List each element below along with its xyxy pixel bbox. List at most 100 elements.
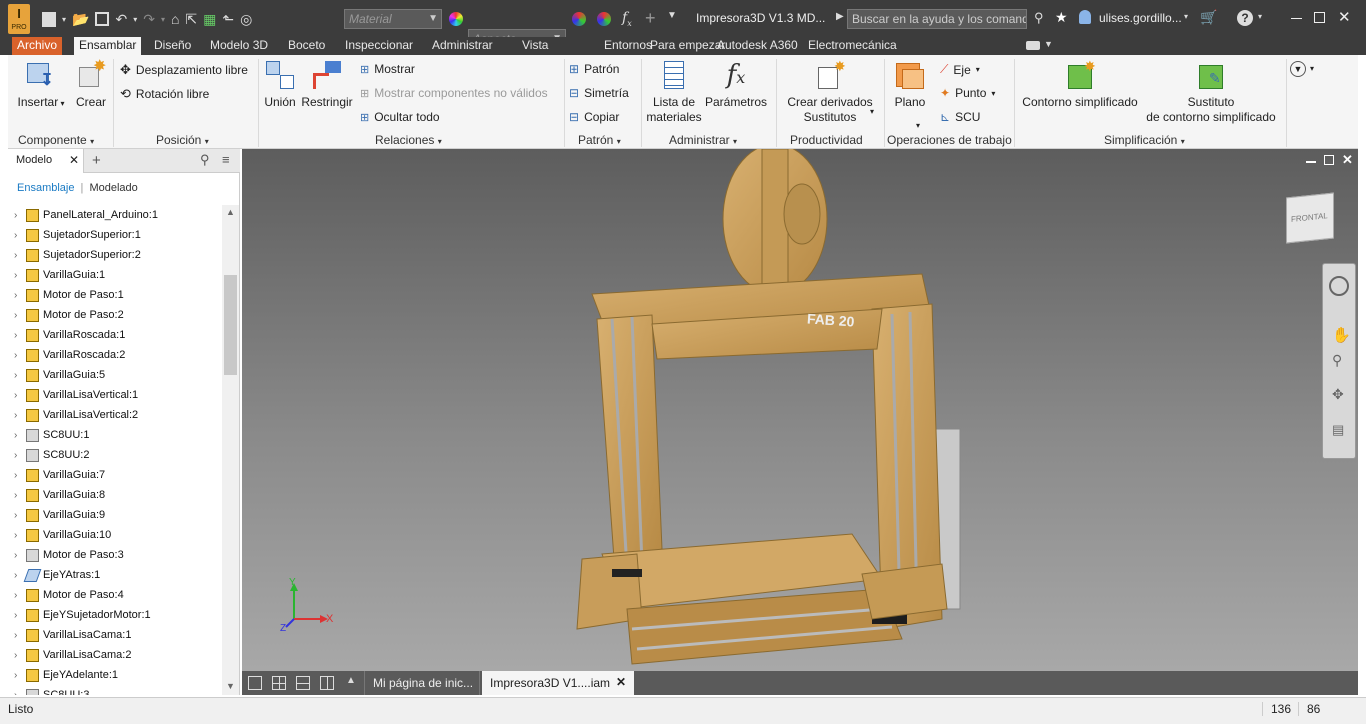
tile-columns-icon[interactable] (320, 676, 334, 690)
pan-icon[interactable]: ✋ (1332, 326, 1351, 344)
tile-rows-icon[interactable] (296, 676, 310, 690)
expand-chevron-icon[interactable]: › (14, 250, 26, 261)
fx-icon[interactable]: fx (622, 10, 632, 28)
viewport-close-icon[interactable]: ✕ (1342, 152, 1353, 168)
expand-chevron-icon[interactable]: › (14, 230, 26, 241)
chevron-down-icon[interactable]: ▾ (870, 107, 874, 116)
panel-simplificacion[interactable]: Simplificación ▾ (1104, 133, 1185, 147)
minimize-icon[interactable] (1291, 18, 1302, 19)
zoom-icon[interactable]: ⚲ (1332, 352, 1342, 369)
browser-tree-item[interactable]: › SC8UU:2 (8, 445, 222, 465)
browser-tree-item[interactable]: › VarillaLisaVertical:2 (8, 405, 222, 425)
ribbon-options-icon[interactable]: ▼ (1290, 61, 1306, 77)
user-icon[interactable] (1079, 10, 1091, 24)
expand-chevron-icon[interactable]: › (14, 590, 26, 601)
help-dropdown-icon[interactable]: ▾ (1258, 12, 1262, 21)
help-search-input[interactable]: Buscar en la ayuda y los comand (847, 9, 1027, 29)
view-modelado-link[interactable]: Modelado (89, 182, 137, 194)
browser-tree-item[interactable]: › EjeYAdelante:1 (8, 665, 222, 685)
crear-derivados-button[interactable]: ✸ Crear derivados Sustitutos (780, 59, 880, 125)
panel-relaciones[interactable]: Relaciones ▾ (375, 133, 442, 147)
redo-icon[interactable]: ↷ (143, 11, 155, 28)
union-button[interactable]: Unión (262, 59, 298, 110)
material-select[interactable]: Material ▼ (344, 9, 442, 29)
parametros-button[interactable]: fx Parámetros (704, 59, 768, 110)
plano-button[interactable]: Plano (890, 59, 930, 110)
dropdown-arrow-icon[interactable]: ▾ (62, 15, 66, 24)
tab-archivo[interactable]: Archivo (12, 37, 63, 55)
browser-tree-item[interactable]: › EjeYSujetadorMotor:1 (8, 605, 222, 625)
lista-materiales-button[interactable]: Lista de materiales (644, 59, 704, 125)
expand-chevron-icon[interactable]: › (14, 530, 26, 541)
scrollbar-thumb[interactable] (224, 275, 237, 375)
panel-patron[interactable]: Patrón ▾ (578, 133, 621, 147)
maximize-icon[interactable] (1314, 12, 1325, 23)
expand-chevron-icon[interactable]: › (14, 370, 26, 381)
panel-posicion[interactable]: Posición ▾ (156, 133, 209, 147)
tab-modelo-3d[interactable]: Modelo 3D (205, 37, 273, 55)
scroll-down-icon[interactable]: ▼ (226, 681, 235, 691)
panel-administrar[interactable]: Administrar ▾ (669, 133, 737, 147)
update-icon[interactable]: ▦ (203, 11, 216, 28)
browser-tree-item[interactable]: › VarillaLisaVertical:1 (8, 385, 222, 405)
measure-icon[interactable]: ◎ (240, 11, 252, 28)
look-at-icon[interactable]: ▤ (1332, 422, 1344, 438)
close-tab-icon[interactable]: ✕ (69, 153, 79, 167)
tab-autodesk-a360[interactable]: Autodesk A360 (712, 37, 803, 55)
home-icon[interactable]: ⌂ (171, 11, 179, 27)
sustituto-contorno-button[interactable]: ✎ Sustituto de contorno simplificado (1138, 59, 1284, 125)
doc-tab-active[interactable]: Impresora3D V1....iam ✕ (482, 671, 634, 695)
cart-icon[interactable]: 🛒 (1200, 9, 1217, 26)
view-cube[interactable]: FRONTAL (1286, 192, 1334, 244)
graphics-viewport[interactable]: FAB 20 ✕ FRONTAL ✋ ⚲ ✥ ▤ Y X Z (242, 149, 1358, 671)
undo-icon[interactable]: ↶ (115, 11, 127, 28)
browser-tree-item[interactable]: › VarillaGuia:9 (8, 505, 222, 525)
browser-tree-item[interactable]: › SujetadorSuperior:2 (8, 245, 222, 265)
restringir-button[interactable]: Restringir (300, 59, 354, 110)
expand-chevron-icon[interactable]: › (14, 390, 26, 401)
close-tab-icon[interactable]: ✕ (616, 675, 626, 689)
tab-diseno[interactable]: Diseño (149, 37, 196, 55)
hamburger-menu-icon[interactable]: ≡ (222, 152, 230, 167)
doc-tab-home[interactable]: Mi página de inic... (364, 671, 480, 695)
orbit-icon[interactable]: ✥ (1332, 386, 1344, 403)
browser-tree-item[interactable]: › VarillaRoscada:2 (8, 345, 222, 365)
expand-chevron-icon[interactable]: › (14, 510, 26, 521)
save-icon[interactable] (95, 12, 110, 26)
adjust-appearance-icon[interactable] (572, 12, 586, 26)
insertar-button[interactable]: ↧ Insertar ▾ (14, 59, 68, 111)
mostrar-componentes-button[interactable]: ⊞ Mostrar componentes no válidos (360, 86, 548, 100)
tab-vista[interactable]: Vista (517, 37, 553, 55)
browser-tree-item[interactable]: › Motor de Paso:3 (8, 545, 222, 565)
expand-chevron-icon[interactable]: › (14, 210, 26, 221)
browser-tree-item[interactable]: › VarillaGuia:8 (8, 485, 222, 505)
crear-button[interactable]: ✸ Crear (70, 59, 112, 110)
tab-options-dropdown-icon[interactable]: ▼ (1044, 39, 1053, 49)
tab-ensamblar[interactable]: Ensamblar (74, 37, 142, 55)
expand-chevron-icon[interactable]: › (14, 690, 26, 696)
expand-chevron-icon[interactable]: › (14, 330, 26, 341)
browser-tree-item[interactable]: › PanelLateral_Arduino:1 (8, 205, 222, 225)
desplazamiento-libre-button[interactable]: ✥ Desplazamiento libre (120, 62, 248, 78)
browser-tree-item[interactable]: › SC8UU:1 (8, 425, 222, 445)
expand-chevron-icon[interactable]: › (14, 270, 26, 281)
scroll-up-icon[interactable]: ▲ (226, 207, 235, 217)
expand-chevron-icon[interactable]: › (14, 490, 26, 501)
browser-tree-item[interactable]: › Motor de Paso:1 (8, 285, 222, 305)
tab-electromecanica[interactable]: Electromecánica (803, 37, 902, 55)
expand-chevron-icon[interactable]: › (14, 410, 26, 421)
patron-button[interactable]: ⊞ Patrón (569, 62, 619, 76)
tabs-menu-icon[interactable]: ▲ (346, 675, 356, 686)
expand-chevron-icon[interactable]: › (14, 550, 26, 561)
expand-chevron-icon[interactable]: › (14, 650, 26, 661)
expand-chevron-icon[interactable]: › (14, 290, 26, 301)
expand-chevron-icon[interactable]: › (14, 470, 26, 481)
expand-chevron-icon[interactable]: › (14, 450, 26, 461)
copiar-button[interactable]: ⊟ Copiar (569, 110, 619, 124)
new-file-icon[interactable] (42, 11, 56, 27)
punto-button[interactable]: ✦ Punto ▾ (940, 86, 995, 100)
scu-button[interactable]: ⊾ SCU (940, 110, 980, 124)
favorites-star-icon[interactable]: ★ (1055, 9, 1068, 26)
view-ensamblaje-link[interactable]: Ensamblaje (17, 182, 74, 194)
add-browser-tab-icon[interactable]: + (92, 152, 101, 169)
